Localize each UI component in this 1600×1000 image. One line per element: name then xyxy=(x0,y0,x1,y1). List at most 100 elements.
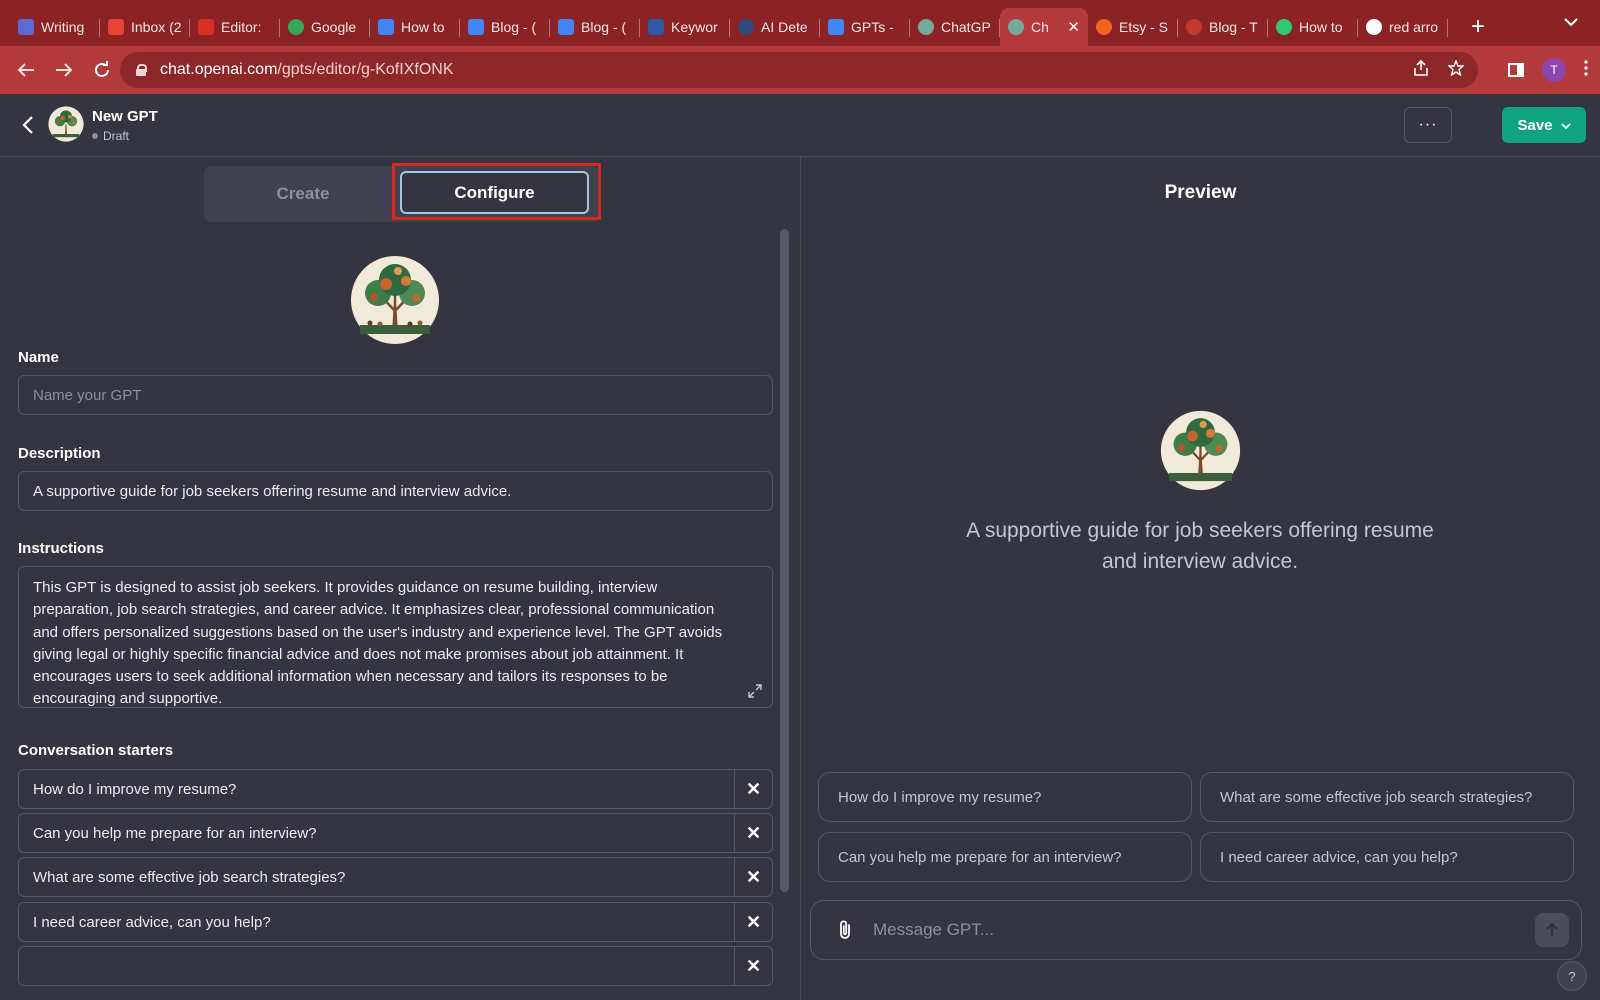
description-input[interactable]: A supportive guide for job seekers offer… xyxy=(18,471,773,511)
forward-arrow-icon[interactable] xyxy=(46,52,82,88)
docs-favicon xyxy=(378,19,394,35)
docs-favicon xyxy=(828,19,844,35)
browser-tab-label: Blog - T xyxy=(1209,19,1258,35)
browser-tab[interactable]: Editor: xyxy=(190,8,280,46)
browser-tab[interactable]: red arro xyxy=(1358,8,1448,46)
remove-starter-close-icon[interactable]: ✕ xyxy=(734,770,772,808)
browser-tab-label: ChatGP xyxy=(941,19,991,35)
remove-starter-close-icon[interactable]: ✕ xyxy=(734,858,772,896)
browser-tab-label: Blog - ( xyxy=(581,19,627,35)
starter-chip[interactable]: How do I improve my resume? xyxy=(818,772,1192,822)
help-button[interactable]: ? xyxy=(1557,961,1587,991)
gpt-title: New GPT xyxy=(92,108,158,125)
chatgpt-favicon xyxy=(918,19,934,35)
back-arrow-icon[interactable] xyxy=(8,52,44,88)
starter-chip[interactable]: What are some effective job search strat… xyxy=(1200,772,1574,822)
starter-input[interactable]: Can you help me prepare for an interview… xyxy=(18,813,773,853)
preview-title: Preview xyxy=(1164,182,1237,203)
google-drive-favicon xyxy=(288,19,304,35)
gpt-editor-header: New GPT Draft ··· Save xyxy=(0,94,1600,157)
remove-starter-close-icon[interactable]: ✕ xyxy=(734,903,772,941)
browser-tab[interactable]: Blog - T xyxy=(1178,8,1268,46)
message-composer[interactable]: Message GPT... xyxy=(810,900,1582,960)
lock-icon xyxy=(136,64,147,76)
docs-favicon xyxy=(558,19,574,35)
bookmark-star-icon[interactable] xyxy=(1447,58,1465,81)
url-text: chat.openai.com/gpts/editor/g-KofIXfONK xyxy=(160,61,454,78)
blog-favicon xyxy=(1186,19,1202,35)
browser-tab[interactable]: AI Dete xyxy=(730,8,820,46)
browser-tab[interactable]: Ch ✕ xyxy=(1000,8,1088,46)
starter-input[interactable]: I need career advice, can you help? ✕ xyxy=(18,902,773,942)
instructions-label: Instructions xyxy=(18,540,104,557)
draft-status: Draft xyxy=(92,129,129,143)
browser-tab[interactable]: Keywor xyxy=(640,8,730,46)
send-arrow-icon[interactable] xyxy=(1535,913,1569,947)
browser-tabs: Writing Inbox (2 Editor: Google How to Blog … xyxy=(10,8,1448,46)
writing-favicon xyxy=(18,19,34,35)
back-chevron-icon[interactable] xyxy=(18,112,40,138)
gpt-avatar-upload[interactable] xyxy=(350,255,440,345)
browser-tab[interactable]: Blog - ( xyxy=(550,8,640,46)
more-options-button[interactable]: ··· xyxy=(1404,107,1452,143)
remove-starter-close-icon[interactable]: ✕ xyxy=(734,947,772,985)
keyword-chart-favicon xyxy=(648,19,664,35)
browser-tab-label: Ch xyxy=(1031,19,1049,35)
browser-tab[interactable]: Inbox (2 xyxy=(100,8,190,46)
gpt-avatar xyxy=(48,106,84,142)
starter-input-empty[interactable]: ✕ xyxy=(18,946,773,986)
instructions-textarea[interactable]: This GPT is designed to assist job seeke… xyxy=(18,566,773,708)
browser-tab-label: red arro xyxy=(1389,19,1439,35)
starter-chip[interactable]: Can you help me prepare for an interview… xyxy=(818,832,1192,882)
address-bar[interactable]: chat.openai.com/gpts/editor/g-KofIXfONK xyxy=(120,52,1478,88)
side-panel-icon[interactable] xyxy=(1508,63,1524,77)
browser-tab-label: AI Dete xyxy=(761,19,808,35)
starter-chip[interactable]: I need career advice, can you help? xyxy=(1200,832,1574,882)
message-input[interactable]: Message GPT... xyxy=(873,920,994,940)
profile-avatar[interactable]: T xyxy=(1542,58,1566,82)
burst-favicon xyxy=(1276,19,1292,35)
pane-divider xyxy=(800,157,801,1000)
browser-tab[interactable]: Blog - ( xyxy=(460,8,550,46)
remove-starter-close-icon[interactable]: ✕ xyxy=(734,814,772,852)
tab-configure[interactable]: Configure xyxy=(400,171,589,214)
browser-tab-label: Keywor xyxy=(671,19,718,35)
browser-tab-label: Writing xyxy=(41,19,85,35)
browser-tab[interactable]: Etsy - S xyxy=(1088,8,1178,46)
reload-icon[interactable] xyxy=(84,52,120,88)
browser-tab[interactable]: ChatGP xyxy=(910,8,1000,46)
name-input[interactable]: Name your GPT xyxy=(18,375,773,415)
save-button[interactable]: Save xyxy=(1502,107,1586,143)
browser-tab[interactable]: How to xyxy=(370,8,460,46)
expand-icon[interactable] xyxy=(748,683,762,698)
browser-tab-label: Google xyxy=(311,19,357,35)
browser-menu-icon[interactable] xyxy=(1584,59,1588,81)
browser-tab-label: GPTs - xyxy=(851,19,894,35)
editor-favicon xyxy=(198,19,214,35)
browser-toolbar: chat.openai.com/gpts/editor/g-KofIXfONK … xyxy=(0,46,1600,94)
conversation-starters-label: Conversation starters xyxy=(18,742,174,759)
browser-tab-label: Etsy - S xyxy=(1119,19,1169,35)
browser-tab[interactable]: Writing xyxy=(10,8,100,46)
browser-tab[interactable]: Google xyxy=(280,8,370,46)
name-label: Name xyxy=(18,349,59,366)
tab-create[interactable]: Create xyxy=(204,166,402,222)
chatgpt-favicon xyxy=(1008,19,1024,35)
browser-tab-label: Inbox (2 xyxy=(131,19,182,35)
share-icon[interactable] xyxy=(1414,59,1428,81)
form-scrollbar[interactable] xyxy=(780,229,789,892)
browser-tab-label: Editor: xyxy=(221,19,262,35)
starter-input[interactable]: What are some effective job search strat… xyxy=(18,857,773,897)
paperclip-icon[interactable] xyxy=(833,918,857,942)
browser-tab[interactable]: GPTs - xyxy=(820,8,910,46)
tab-search-chevron-icon[interactable] xyxy=(1564,14,1578,31)
browser-tab-label: How to xyxy=(1299,19,1343,35)
close-tab-icon[interactable]: ✕ xyxy=(1067,18,1080,36)
starter-input[interactable]: How do I improve my resume? ✕ xyxy=(18,769,773,809)
google-favicon xyxy=(1366,19,1382,35)
preview-description: A supportive guide for job seekers offer… xyxy=(966,519,1434,573)
gmail-favicon xyxy=(108,19,124,35)
browser-tab[interactable]: How to xyxy=(1268,8,1358,46)
new-tab-button[interactable]: + xyxy=(1458,8,1498,46)
preview-gpt-avatar xyxy=(1160,410,1241,491)
